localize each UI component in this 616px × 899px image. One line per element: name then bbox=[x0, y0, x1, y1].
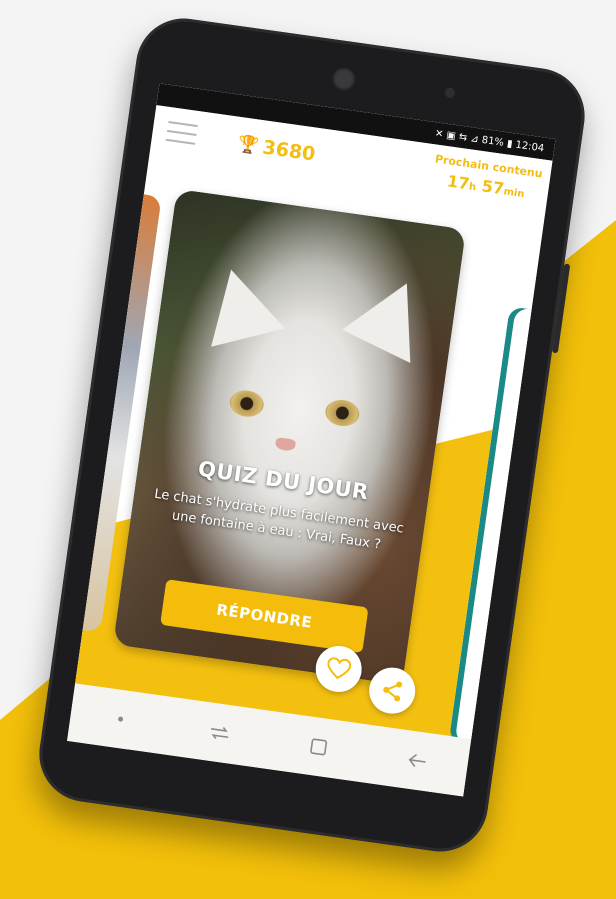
phone-screen: ✕ ▣ ⇆ ⊿ 81% ▮ 12:04 🏆 3680 Prochain cont… bbox=[67, 83, 556, 797]
answer-button[interactable]: RÉPONDRE bbox=[160, 579, 369, 654]
countdown-minutes: 57 bbox=[480, 176, 506, 199]
score-display: 🏆 3680 bbox=[236, 133, 316, 166]
heart-icon bbox=[327, 657, 352, 680]
cat-nose bbox=[274, 437, 297, 452]
countdown-minutes-unit: min bbox=[502, 186, 526, 201]
countdown-hours-unit: h bbox=[468, 181, 477, 194]
share-icon bbox=[383, 681, 403, 702]
next-content-countdown: Prochain contenu 17h 57min bbox=[431, 153, 543, 204]
cat-ear-left bbox=[194, 260, 285, 347]
back-arrow-icon[interactable] bbox=[395, 738, 440, 783]
card-carousel: QUIZ DU JOUR Le chat s'hydrate plus faci… bbox=[75, 170, 544, 740]
front-camera bbox=[330, 65, 358, 93]
recent-apps-icon[interactable] bbox=[197, 710, 242, 755]
proximity-sensor bbox=[444, 87, 456, 99]
home-square-icon[interactable] bbox=[296, 724, 341, 769]
cat-ear-right bbox=[341, 266, 441, 364]
trophy-icon: 🏆 bbox=[236, 133, 261, 157]
hamburger-menu-icon[interactable] bbox=[165, 120, 199, 147]
cat-eye-left bbox=[228, 388, 266, 419]
dot-icon[interactable] bbox=[98, 697, 143, 742]
countdown-hours: 17 bbox=[445, 171, 471, 194]
cat-eye-right bbox=[323, 397, 361, 429]
score-value: 3680 bbox=[261, 136, 317, 166]
